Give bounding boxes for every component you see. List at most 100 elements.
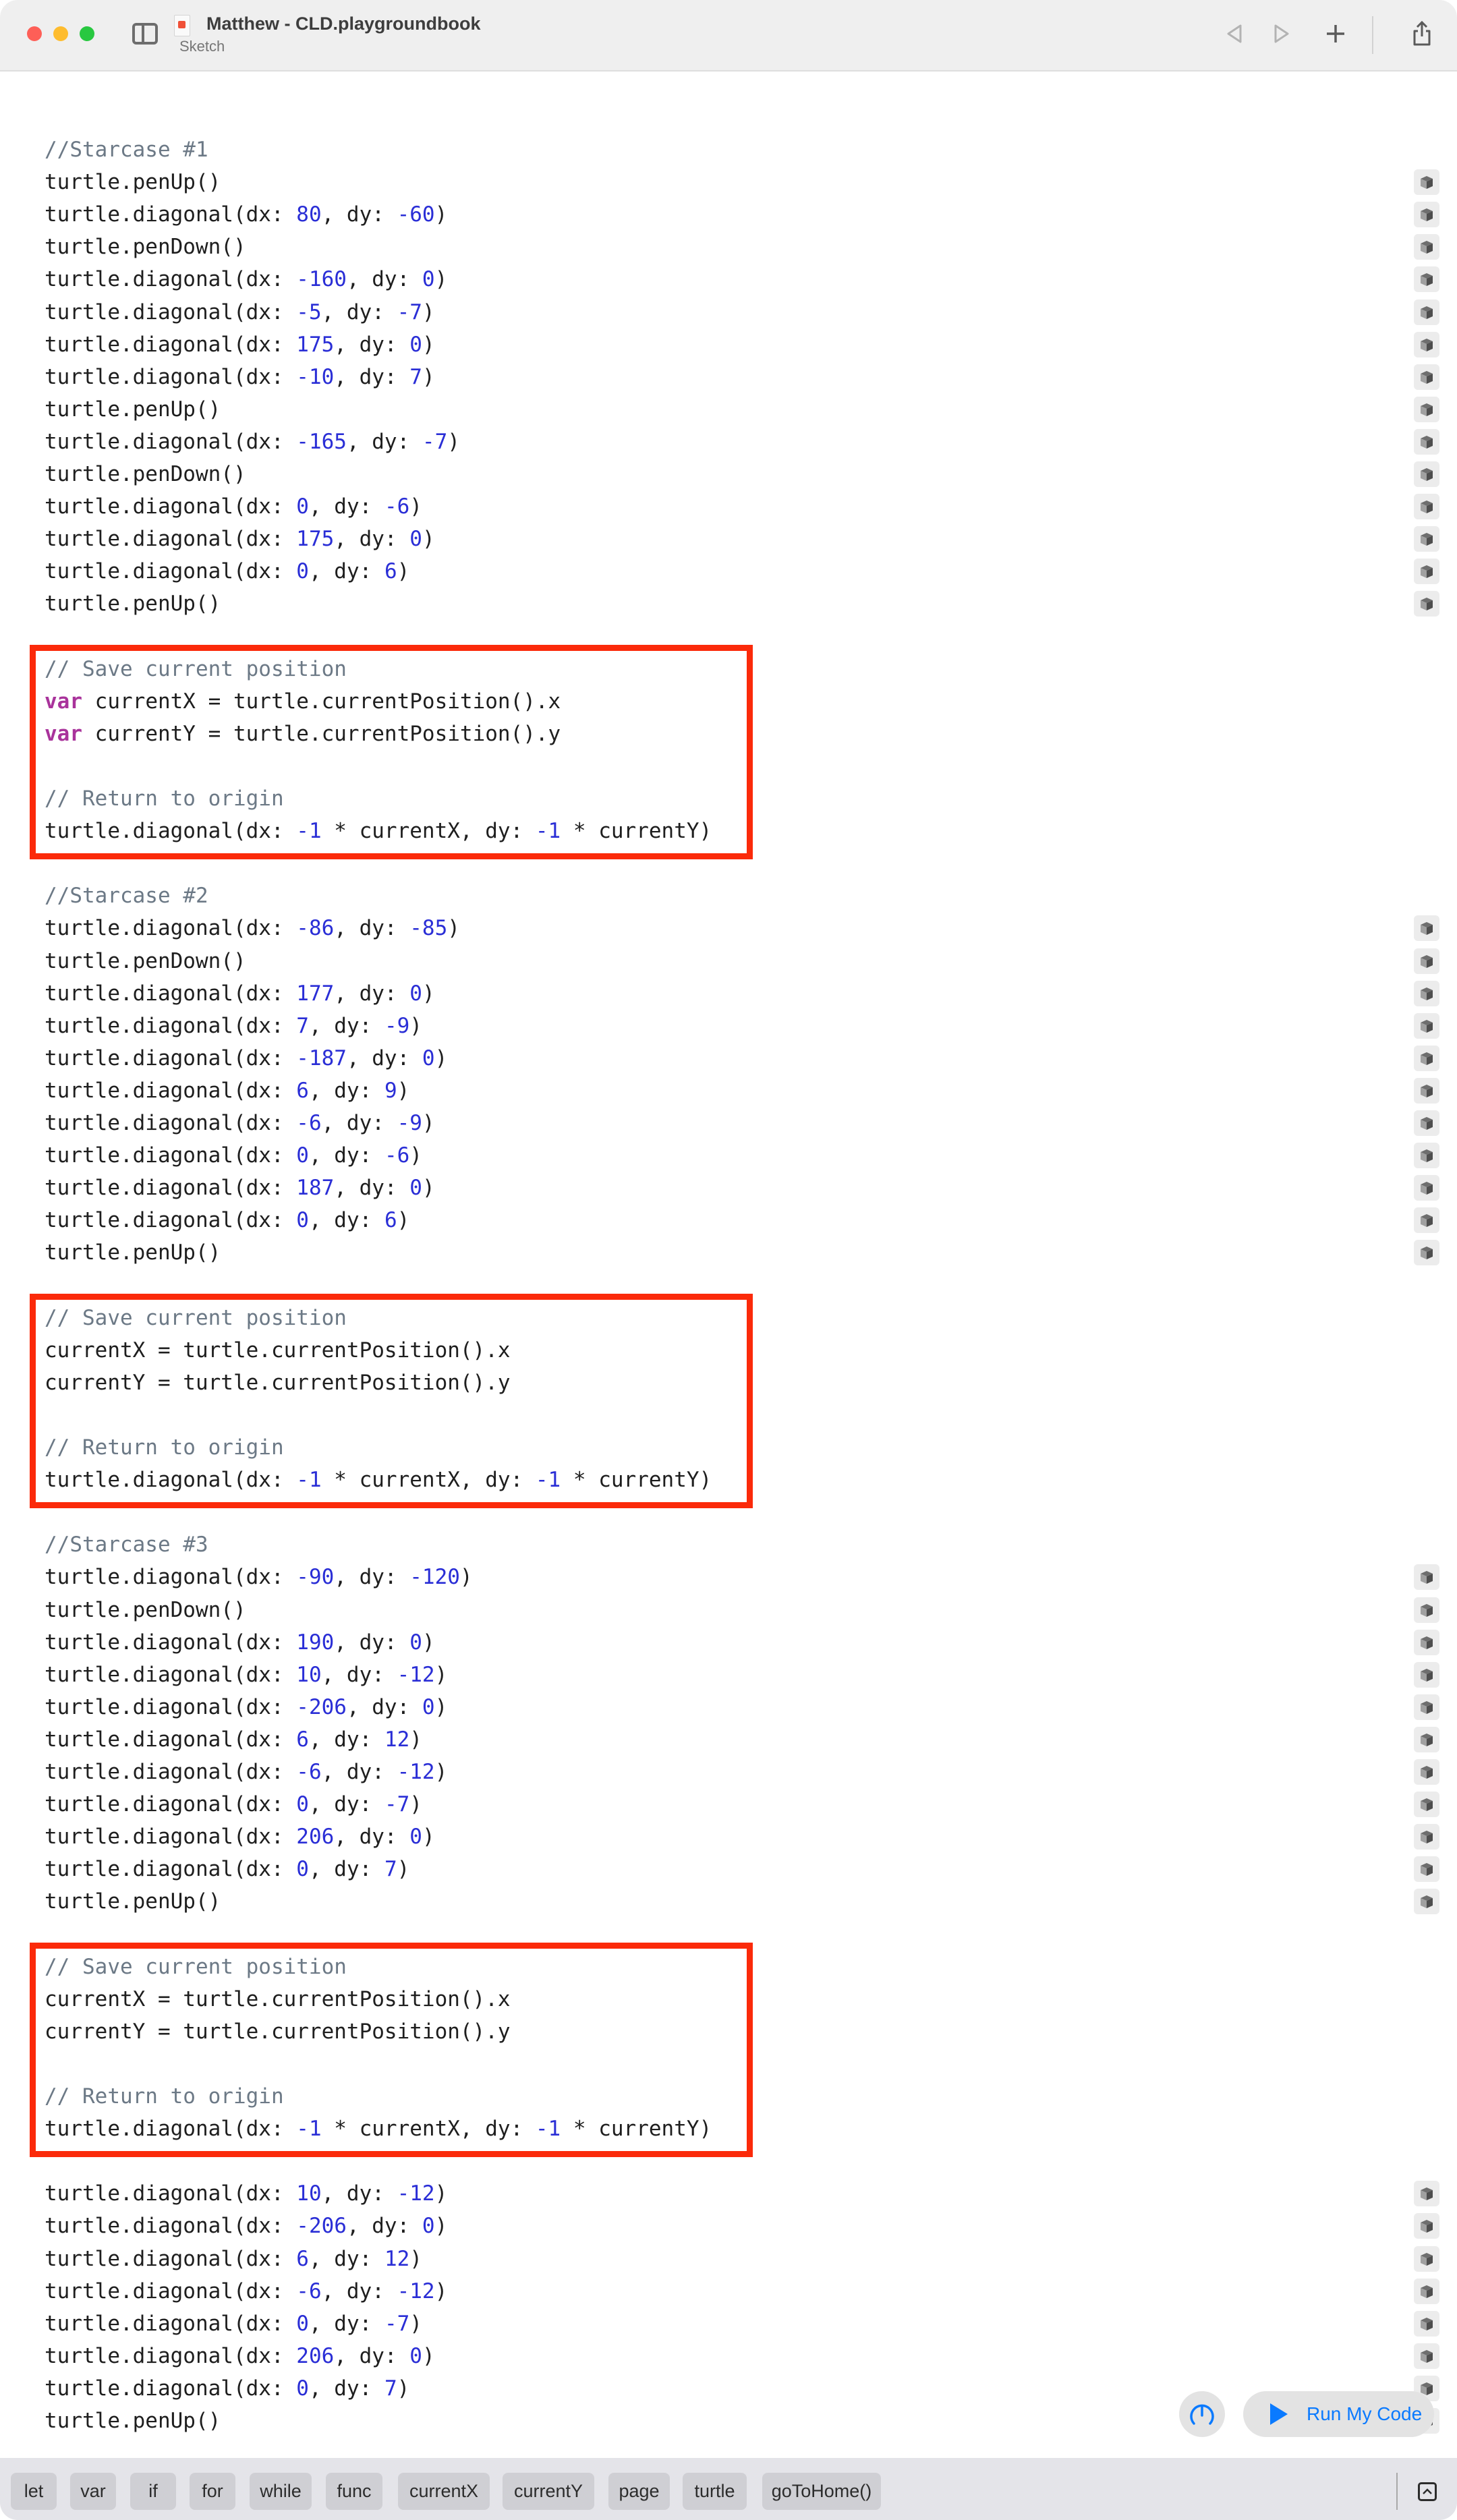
shortcut-chip[interactable]: func (326, 2473, 382, 2510)
code-line[interactable]: turtle.diagonal(dx: 6, dy: 12) (45, 2245, 422, 2272)
code-line[interactable]: turtle.diagonal(dx: 206, dy: 0) (45, 2343, 435, 2370)
result-viewer-button[interactable] (1414, 1143, 1439, 1169)
result-viewer-button[interactable] (1414, 2245, 1439, 2272)
result-viewer-button[interactable] (1414, 1856, 1439, 1883)
code-line[interactable]: turtle.diagonal(dx: 190, dy: 0) (45, 1629, 435, 1656)
share-button[interactable] (1408, 19, 1435, 49)
result-viewer-button[interactable] (1414, 1207, 1439, 1234)
forward-button[interactable] (1268, 19, 1295, 49)
code-comment[interactable]: //Starcase #1 (45, 136, 208, 163)
code-line[interactable]: turtle.diagonal(dx: -6, dy: -12) (45, 1758, 447, 1785)
result-viewer-button[interactable] (1414, 1661, 1439, 1688)
result-viewer-button[interactable] (1414, 591, 1439, 617)
shortcut-chip[interactable]: let (11, 2473, 57, 2510)
close-window-button[interactable] (27, 26, 42, 41)
code-line[interactable]: turtle.penDown() (45, 948, 246, 975)
result-viewer-button[interactable] (1414, 494, 1439, 520)
result-viewer-button[interactable] (1414, 169, 1439, 196)
result-viewer-button[interactable] (1414, 2310, 1439, 2337)
result-viewer-button[interactable] (1414, 1045, 1439, 1071)
sidebar-toggle-icon[interactable] (132, 23, 158, 45)
code-line[interactable]: turtle.diagonal(dx: -160, dy: 0) (45, 266, 447, 293)
result-viewer-button[interactable] (1414, 980, 1439, 1006)
code-line[interactable]: turtle.diagonal(dx: -206, dy: 0) (45, 2212, 447, 2239)
result-viewer-button[interactable] (1414, 1792, 1439, 1818)
code-line[interactable]: turtle.diagonal(dx: -5, dy: -7) (45, 299, 435, 326)
run-my-code-button[interactable]: Run My Code (1243, 2391, 1434, 2437)
code-line[interactable]: turtle.penDown() (45, 233, 246, 260)
code-line[interactable]: turtle.diagonal(dx: 80, dy: -60) (45, 201, 447, 228)
result-viewer-button[interactable] (1414, 234, 1439, 260)
code-line[interactable]: turtle.diagonal(dx: 175, dy: 0) (45, 331, 435, 358)
shortcut-chip[interactable]: page (608, 2473, 670, 2510)
result-viewer-button[interactable] (1414, 396, 1439, 422)
shortcut-chip[interactable]: for (190, 2473, 235, 2510)
code-line[interactable]: turtle.diagonal(dx: 206, dy: 0) (45, 1823, 435, 1850)
code-comment[interactable]: //Starcase #2 (45, 882, 208, 909)
result-viewer-button[interactable] (1414, 915, 1439, 942)
result-viewer-button[interactable] (1414, 2343, 1439, 2369)
result-viewer-button[interactable] (1414, 526, 1439, 552)
result-viewer-button[interactable] (1414, 428, 1439, 455)
shortcut-chip[interactable]: turtle (683, 2473, 747, 2510)
code-line[interactable]: turtle.penUp() (45, 590, 221, 617)
result-viewer-button[interactable] (1414, 1726, 1439, 1752)
result-viewer-button[interactable] (1414, 1889, 1439, 1915)
code-line[interactable]: turtle.diagonal(dx: 0, dy: -7) (45, 2310, 422, 2337)
shortcut-chip[interactable]: if (130, 2473, 176, 2510)
code-line[interactable]: turtle.diagonal(dx: 6, dy: 9) (45, 1077, 409, 1104)
minimize-window-button[interactable] (53, 26, 68, 41)
result-viewer-button[interactable] (1414, 1564, 1439, 1591)
code-line[interactable]: turtle.diagonal(dx: 0, dy: -7) (45, 1791, 422, 1818)
result-viewer-button[interactable] (1414, 1012, 1439, 1039)
code-line[interactable]: turtle.penDown() (45, 461, 246, 488)
code-line[interactable]: turtle.diagonal(dx: 7, dy: -9) (45, 1012, 422, 1039)
code-line[interactable]: turtle.penDown() (45, 1597, 246, 1624)
code-line[interactable]: turtle.penUp() (45, 1239, 221, 1266)
code-line[interactable]: turtle.diagonal(dx: 0, dy: -6) (45, 1142, 422, 1169)
code-line[interactable]: turtle.diagonal(dx: 0, dy: 6) (45, 558, 409, 585)
result-viewer-button[interactable] (1414, 1597, 1439, 1623)
result-viewer-button[interactable] (1414, 1824, 1439, 1850)
code-line[interactable]: turtle.diagonal(dx: -90, dy: -120) (45, 1564, 473, 1591)
code-line[interactable]: turtle.diagonal(dx: 187, dy: 0) (45, 1174, 435, 1201)
result-viewer-button[interactable] (1414, 364, 1439, 390)
result-viewer-button[interactable] (1414, 299, 1439, 325)
collapse-shortcuts-button[interactable] (1418, 2482, 1437, 2501)
result-viewer-button[interactable] (1414, 2181, 1439, 2207)
result-viewer-button[interactable] (1414, 2213, 1439, 2239)
code-line[interactable]: turtle.diagonal(dx: 10, dy: -12) (45, 2180, 447, 2207)
shortcut-chip[interactable]: goToHome() (762, 2473, 881, 2510)
shortcut-chip[interactable]: currentX (398, 2473, 490, 2510)
result-viewer-button[interactable] (1414, 2278, 1439, 2304)
code-line[interactable]: turtle.penUp() (45, 396, 221, 423)
code-line[interactable]: turtle.diagonal(dx: -6, dy: -12) (45, 2278, 447, 2305)
code-line[interactable]: turtle.diagonal(dx: 0, dy: -6) (45, 493, 422, 520)
back-button[interactable] (1221, 19, 1248, 49)
code-line[interactable]: turtle.penUp() (45, 1888, 221, 1915)
code-line[interactable]: turtle.diagonal(dx: -187, dy: 0) (45, 1045, 447, 1072)
code-line[interactable]: turtle.penUp() (45, 2407, 221, 2434)
step-speed-button[interactable] (1179, 2391, 1225, 2437)
result-viewer-button[interactable] (1414, 1240, 1439, 1266)
result-viewer-button[interactable] (1414, 331, 1439, 357)
add-button[interactable] (1322, 19, 1349, 49)
result-viewer-button[interactable] (1414, 559, 1439, 585)
result-viewer-button[interactable] (1414, 1694, 1439, 1720)
result-viewer-button[interactable] (1414, 1110, 1439, 1136)
code-line[interactable]: turtle.diagonal(dx: -6, dy: -9) (45, 1110, 435, 1137)
result-viewer-button[interactable] (1414, 1629, 1439, 1655)
code-line[interactable]: turtle.diagonal(dx: 10, dy: -12) (45, 1661, 447, 1688)
code-line[interactable]: turtle.diagonal(dx: 0, dy: 7) (45, 2375, 409, 2402)
result-viewer-button[interactable] (1414, 461, 1439, 487)
code-line[interactable]: turtle.diagonal(dx: -206, dy: 0) (45, 1694, 447, 1721)
result-viewer-button[interactable] (1414, 202, 1439, 228)
zoom-window-button[interactable] (80, 26, 94, 41)
code-line[interactable]: turtle.diagonal(dx: 6, dy: 12) (45, 1726, 422, 1753)
code-line[interactable]: turtle.diagonal(dx: 0, dy: 6) (45, 1207, 409, 1234)
result-viewer-button[interactable] (1414, 1077, 1439, 1104)
result-viewer-button[interactable] (1414, 266, 1439, 293)
code-line[interactable]: turtle.diagonal(dx: -86, dy: -85) (45, 915, 460, 942)
code-line[interactable]: turtle.diagonal(dx: 175, dy: 0) (45, 525, 435, 552)
shortcut-chip[interactable]: currentY (503, 2473, 594, 2510)
